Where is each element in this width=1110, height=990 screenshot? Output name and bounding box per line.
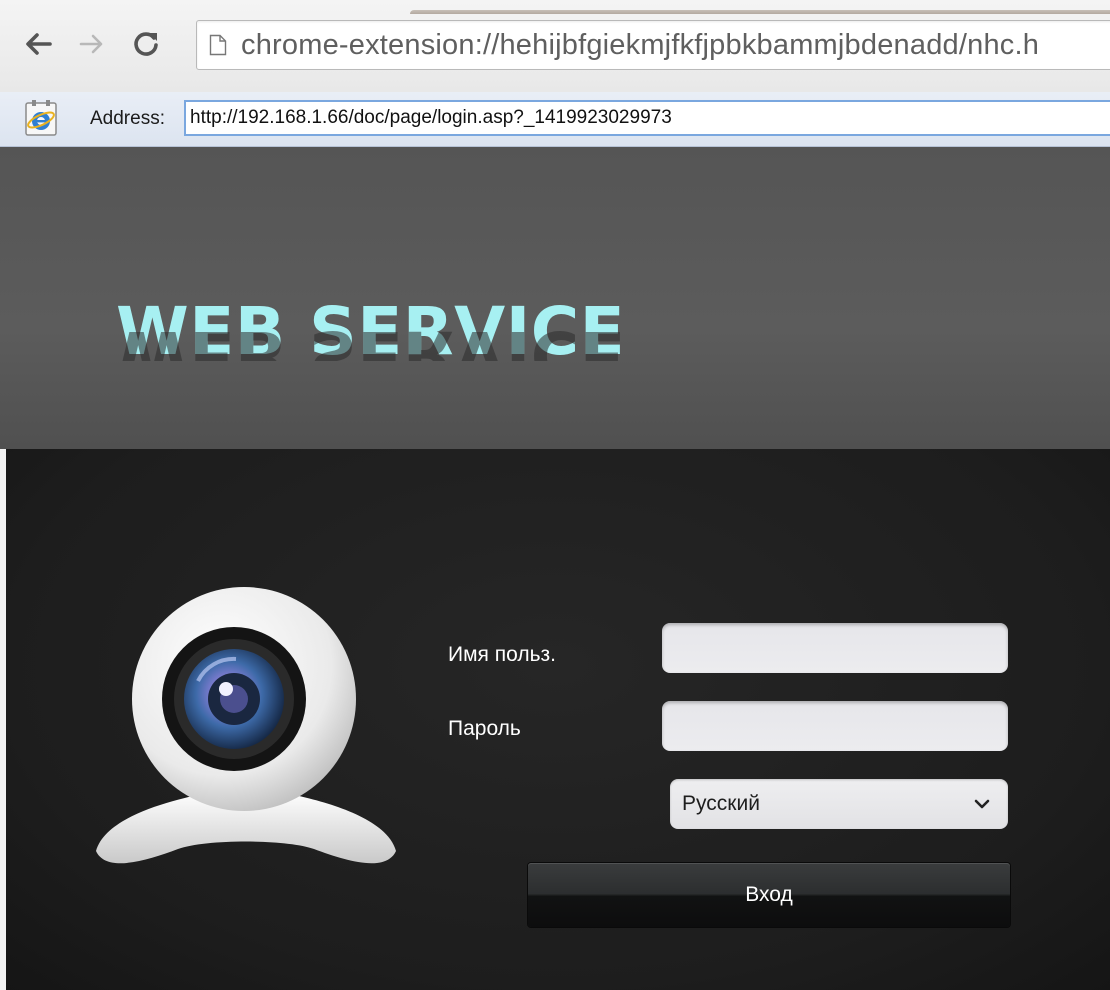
login-panel: Имя польз. Пароль Русский Вход [0, 449, 1110, 990]
password-input[interactable] [662, 701, 1008, 751]
username-input[interactable] [662, 623, 1008, 673]
reload-icon[interactable] [130, 26, 162, 62]
internet-explorer-icon [22, 98, 62, 138]
omnibox-url[interactable]: chrome-extension://hehijbfgiekmjfkfjpbkb… [241, 29, 1039, 62]
address-input[interactable] [184, 100, 1110, 136]
password-label: Пароль [448, 717, 521, 740]
webcam-icon [86, 579, 406, 909]
brand-reflection: WEB SERVICE [116, 321, 625, 361]
browser-toolbar: chrome-extension://hehijbfgiekmjfkfjpbkb… [0, 0, 1110, 92]
chevron-down-icon [972, 794, 992, 814]
username-label: Имя польз. [448, 643, 556, 666]
page-header: WEB SERVICE WEB SERVICE [0, 147, 1110, 449]
login-button[interactable]: Вход [528, 863, 1010, 927]
back-arrow-icon[interactable] [22, 26, 54, 62]
login-button-label: Вход [745, 883, 793, 906]
omnibox[interactable]: chrome-extension://hehijbfgiekmjfkfjpbkb… [196, 20, 1110, 70]
language-select[interactable]: Русский [670, 779, 1008, 829]
language-select-value: Русский [682, 792, 760, 815]
browser-tab-edge [410, 10, 1110, 14]
brand-reflection-text: WEB SERVICE [116, 321, 626, 361]
window-edge [0, 449, 6, 990]
forward-arrow-icon[interactable] [76, 26, 108, 62]
page-icon [209, 33, 227, 57]
address-label: Address: [90, 108, 165, 129]
ie-tab-address-bar: Address: [0, 92, 1110, 147]
